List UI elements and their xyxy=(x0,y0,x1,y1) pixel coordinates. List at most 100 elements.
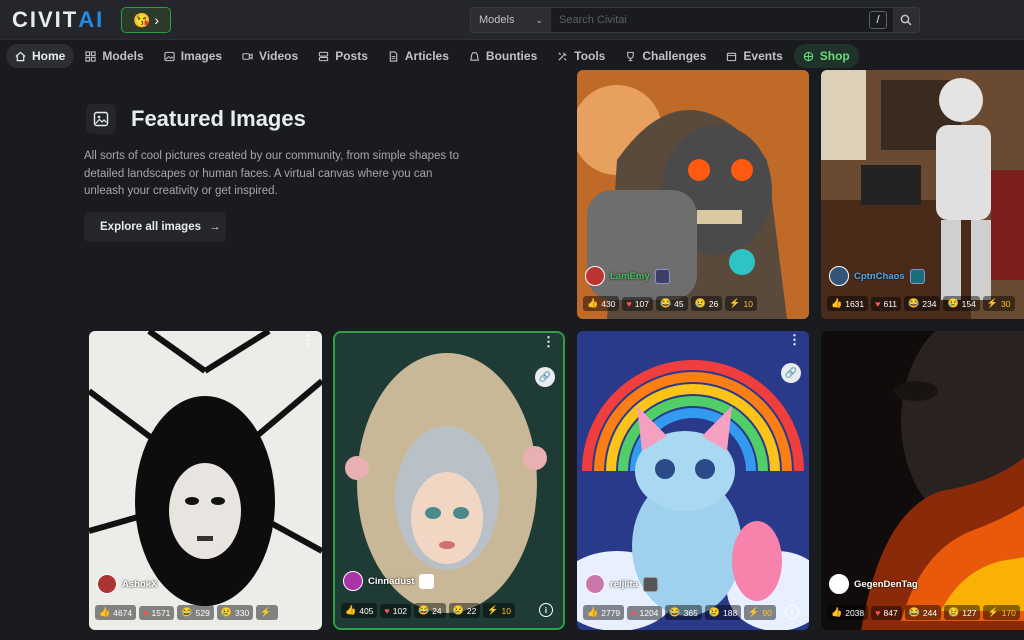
reaction-count: 45 xyxy=(674,298,684,309)
top-bar: CIVITAI 😘 › Models ⌄ / xyxy=(0,0,1024,40)
link-icon[interactable]: 🔗 xyxy=(781,363,801,383)
reaction-count: 2038 xyxy=(845,607,865,618)
reaction-stats: 👍 1631 ♥ 611 😂 234 😢 154 ⚡ 30 xyxy=(827,296,1015,311)
nav-home[interactable]: Home xyxy=(6,44,75,68)
info-icon[interactable]: i xyxy=(539,603,553,617)
buzz-tip[interactable]: ⚡ 170 xyxy=(983,605,1020,620)
nav-label: Articles xyxy=(404,49,449,63)
civitai-logo[interactable]: CIVIT AI xyxy=(12,7,104,32)
search-input[interactable] xyxy=(551,8,863,32)
heart-reaction[interactable]: ♥ 611 xyxy=(871,296,902,311)
heart-icon: ♥ xyxy=(143,607,149,618)
image-card[interactable]: ⋮ 🔗 reijiita 👍 2779 ♥ 1204 😂 365 😢 188 ⚡ 90 i xyxy=(577,331,809,630)
more-options-icon[interactable]: ⋮ xyxy=(788,333,801,346)
like-reaction[interactable]: 👍 4674 xyxy=(95,605,137,620)
reaction-count: 1204 xyxy=(639,607,659,618)
image-card[interactable]: ⋮ 🔗 Cinnadust 👍 405 ♥ 102 😂 24 😢 22 ⚡ 10 i xyxy=(333,331,565,630)
card-user[interactable]: reijiita xyxy=(585,574,658,594)
search-shortcut-key: / xyxy=(869,11,887,29)
like-reaction[interactable]: 👍 405 xyxy=(341,603,378,618)
like-reaction[interactable]: 👍 430 xyxy=(583,296,620,311)
nav-label: Bounties xyxy=(485,49,538,63)
cry-reaction[interactable]: 😢 22 xyxy=(448,603,481,618)
nav-tools[interactable]: Tools xyxy=(548,44,614,68)
card-user[interactable]: CptnChaos xyxy=(829,266,925,286)
posts-icon xyxy=(319,51,329,61)
more-options-icon[interactable]: ⋮ xyxy=(542,335,555,348)
buzz-tip[interactable]: ⚡ 10 xyxy=(725,296,757,311)
image-card[interactable]: GegenDenTag 👍 2038 ♥ 847 😂 244 😢 127 ⚡ 170 xyxy=(821,331,1024,630)
info-icon[interactable]: i xyxy=(785,605,799,619)
search-icon xyxy=(900,14,912,26)
username: reijiita xyxy=(610,578,638,590)
reaction-count: 847 xyxy=(883,607,898,618)
nav-bounties[interactable]: Bounties xyxy=(460,44,546,68)
cry-reaction[interactable]: 😢 127 xyxy=(944,605,981,620)
reaction-stats: 👍 430 ♥ 107 😂 45 😢 26 ⚡ 10 xyxy=(583,296,757,311)
heart-reaction[interactable]: ♥ 1571 xyxy=(139,605,175,620)
thumbs-up-icon: 👍 xyxy=(831,298,843,308)
nav-images[interactable]: Images xyxy=(155,44,231,68)
card-user[interactable]: AshokX xyxy=(97,574,157,594)
main-nav: Home Models Images Videos Posts Articles… xyxy=(0,40,1024,72)
heart-reaction[interactable]: ♥ 1204 xyxy=(627,605,663,620)
like-reaction[interactable]: 👍 2779 xyxy=(583,605,625,620)
avatar xyxy=(97,574,117,594)
nav-models[interactable]: Models xyxy=(76,44,152,68)
more-options-icon[interactable]: ⋮ xyxy=(301,333,314,346)
emoji-face: 😘 xyxy=(132,11,151,28)
image-card[interactable]: ⋮ AshokX 👍 4674 ♥ 1571 😂 529 😢 330 ⚡ xyxy=(89,331,322,630)
cry-reaction[interactable]: 😢 188 xyxy=(704,605,742,620)
cry-reaction[interactable]: 😢 330 xyxy=(216,605,254,620)
cry-reaction[interactable]: 😢 26 xyxy=(690,296,723,311)
image-card[interactable]: CptnChaos 👍 1631 ♥ 611 😂 234 😢 154 ⚡ 30 xyxy=(821,70,1024,319)
nav-shop[interactable]: Shop xyxy=(793,44,859,68)
link-icon[interactable]: 🔗 xyxy=(535,367,555,387)
like-reaction[interactable]: 👍 2038 xyxy=(827,605,869,620)
username: Cinnadust xyxy=(368,575,415,587)
nav-posts[interactable]: Posts xyxy=(309,44,377,68)
like-reaction[interactable]: 👍 1631 xyxy=(827,296,869,311)
emoji-menu-button[interactable]: 😘 › xyxy=(121,7,171,33)
buzz-tip[interactable]: ⚡ 30 xyxy=(982,296,1015,311)
nav-label: Challenges xyxy=(642,49,707,63)
thumbs-up-icon: 👍 xyxy=(587,298,599,308)
buzz-count: 170 xyxy=(1001,607,1016,618)
reaction-count: 330 xyxy=(235,607,250,618)
buzz-tip[interactable]: ⚡ 90 xyxy=(744,605,776,620)
explore-all-images-button[interactable]: Explore all images → xyxy=(84,212,226,242)
nav-events[interactable]: Events xyxy=(717,44,791,68)
laugh-icon: 😂 xyxy=(908,298,920,308)
laugh-icon: 😂 xyxy=(181,607,193,617)
laugh-reaction[interactable]: 😂 365 xyxy=(665,605,702,620)
card-user[interactable]: Cinnadust xyxy=(343,571,435,591)
heart-reaction[interactable]: ♥ 107 xyxy=(622,296,653,311)
nav-videos[interactable]: Videos xyxy=(233,44,307,68)
cry-reaction[interactable]: 😢 154 xyxy=(943,296,980,311)
reaction-count: 430 xyxy=(601,298,616,309)
laugh-reaction[interactable]: 😂 234 xyxy=(904,296,941,311)
heart-reaction[interactable]: ♥ 102 xyxy=(380,603,411,618)
nav-challenges[interactable]: Challenges xyxy=(616,44,715,68)
heart-reaction[interactable]: ♥ 847 xyxy=(871,605,902,620)
laugh-reaction[interactable]: 😂 529 xyxy=(177,605,214,620)
cry-icon: 😢 xyxy=(694,298,706,308)
buzz-tip[interactable]: ⚡ 10 xyxy=(483,603,515,618)
search-type-value: Models xyxy=(479,14,515,26)
avatar xyxy=(829,266,849,286)
buzz-count: 30 xyxy=(1001,298,1011,309)
laugh-reaction[interactable]: 😂 244 xyxy=(904,605,942,620)
search-type-select[interactable]: Models ⌄ xyxy=(471,8,551,32)
buzz-tip[interactable]: ⚡ xyxy=(256,605,279,620)
search-button[interactable] xyxy=(893,8,919,32)
laugh-reaction[interactable]: 😂 45 xyxy=(655,296,688,311)
reaction-count: 22 xyxy=(466,605,477,616)
bolt-icon: ⚡ xyxy=(986,298,999,308)
card-user[interactable]: GegenDenTag xyxy=(829,574,918,594)
reaction-count: 24 xyxy=(432,605,442,616)
card-user[interactable]: LamEmy xyxy=(585,266,670,286)
laugh-reaction[interactable]: 😂 24 xyxy=(413,603,446,618)
image-card[interactable]: LamEmy 👍 430 ♥ 107 😂 45 😢 26 ⚡ 10 xyxy=(577,70,809,319)
nav-articles[interactable]: Articles xyxy=(379,44,458,68)
reaction-count: 4674 xyxy=(113,607,133,618)
